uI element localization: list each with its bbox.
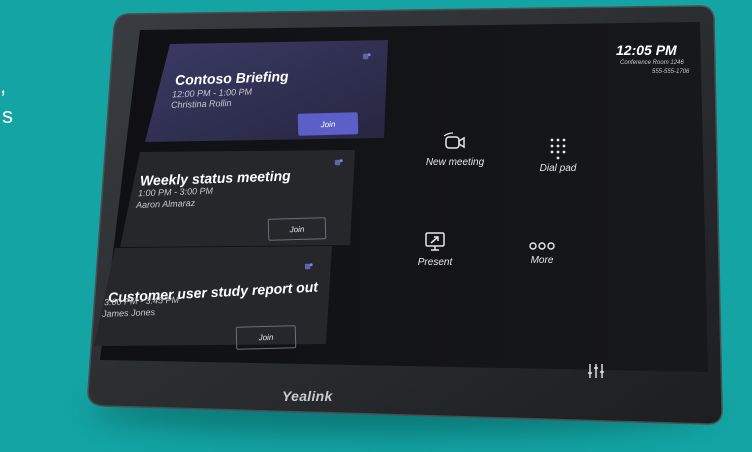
join-button[interactable]: Join [297,112,359,136]
meeting-host: Aaron Almaraz [135,197,196,211]
join-button[interactable]: Join [267,217,327,241]
present-label: Present [417,257,453,268]
dial-pad-button[interactable]: Dial pad [528,136,588,174]
teams-icon [304,263,313,270]
more-button[interactable]: More [520,240,564,266]
room-name: Conference Room 1246 [620,60,684,66]
more-label: More [530,255,554,266]
new-meeting-label: New meeting [425,157,485,168]
present-screen-icon [425,232,445,251]
yealink-logo: Yealink [282,388,333,404]
join-button[interactable]: Join [235,325,297,350]
dial-pad-icon [550,138,566,160]
present-button[interactable]: Present [410,230,460,268]
meeting-card[interactable]: Customer user study report out 3:00 PM -… [0,0,318,350]
teams-icon [362,53,371,60]
more-dots-icon [529,242,555,250]
meeting-host: James Jones [101,307,156,319]
settings-sliders-icon[interactable] [586,362,606,380]
teams-icon [334,159,343,166]
room-phone: 555-555-1706 [652,69,690,75]
dial-pad-label: Dial pad [539,163,577,174]
clock-time: 12:05 PM [616,42,677,58]
new-meeting-button[interactable]: New meeting [422,132,488,168]
video-camera-icon [443,132,465,149]
touch-screen: Contoso Briefing 12:00 PM - 1:00 PM Chri… [0,0,752,452]
